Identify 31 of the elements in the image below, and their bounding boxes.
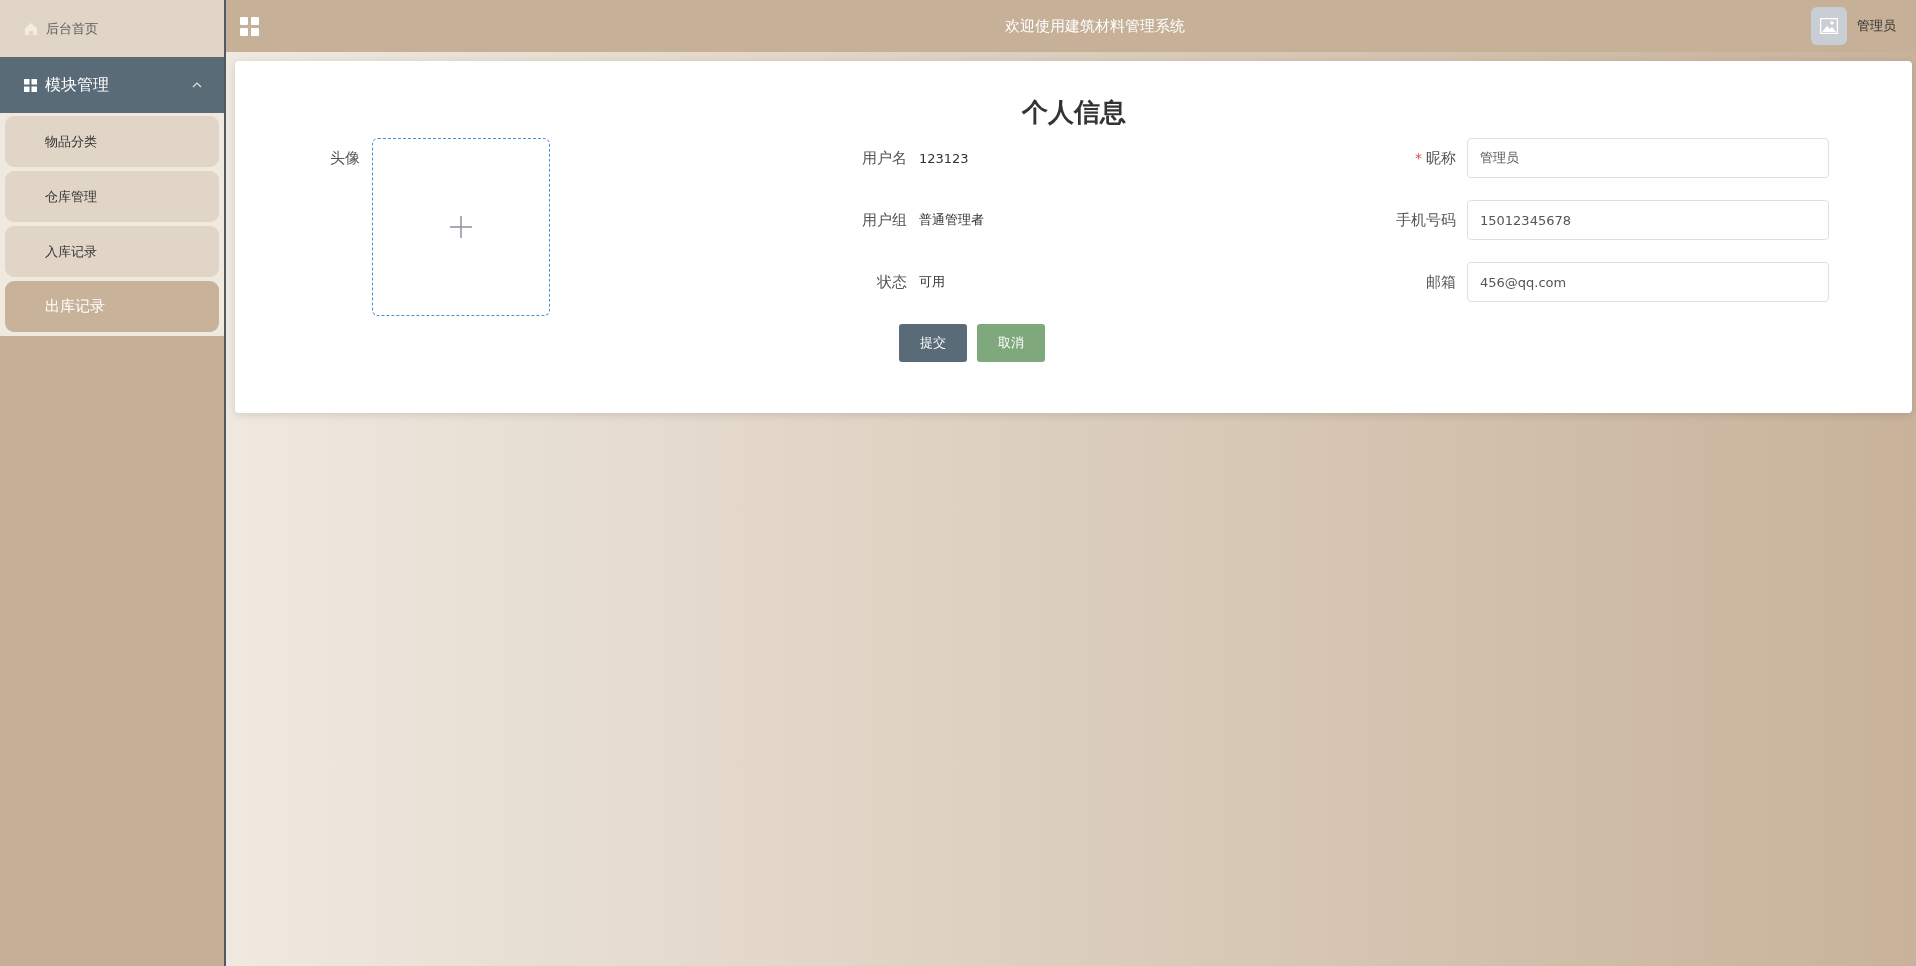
menu-item[interactable]: 物品分类 — [5, 116, 219, 167]
house-icon — [24, 21, 38, 36]
menu-group-header[interactable]: 模块管理 — [0, 57, 224, 113]
field-label: 用户组 — [861, 210, 907, 230]
field-label: 用户名 — [861, 148, 907, 168]
field-label: 状态 — [876, 272, 907, 292]
field-value: 123123 — [919, 150, 969, 166]
input-field[interactable]: 456@qq.com — [1467, 262, 1829, 302]
plus-icon — [450, 216, 472, 238]
field-label: 邮箱 — [1426, 272, 1456, 292]
input-field[interactable]: 15012345678 — [1467, 200, 1829, 240]
field-value: 普通管理者 — [919, 211, 984, 229]
required-mark: * — [1415, 150, 1422, 166]
input-field[interactable]: 管理员 — [1467, 138, 1829, 178]
grid-icon[interactable] — [240, 16, 259, 36]
caret-icon — [192, 82, 202, 88]
field-label: 头像 — [330, 148, 360, 169]
field-label: 手机号码 — [1396, 210, 1456, 230]
grid-icon — [24, 78, 37, 92]
submit-button[interactable]: 提交 — [899, 324, 967, 362]
header-title: 欢迎使用建筑材料管理系统 — [1005, 16, 1185, 36]
menu-item[interactable]: 入库记录 — [5, 226, 219, 277]
page-title: 个人信息 — [1020, 99, 1127, 125]
field-label: 昵称 — [1426, 148, 1456, 168]
home-link[interactable]: 后台首页 — [0, 0, 224, 57]
image-placeholder-icon[interactable] — [1811, 7, 1847, 45]
menu-group-title: 模块管理 — [45, 74, 110, 96]
field-value: 可用 — [919, 273, 945, 291]
avatar-upload[interactable] — [372, 138, 550, 316]
user-name: 管理员 — [1857, 17, 1896, 35]
menu-item[interactable]: 仓库管理 — [5, 171, 219, 222]
